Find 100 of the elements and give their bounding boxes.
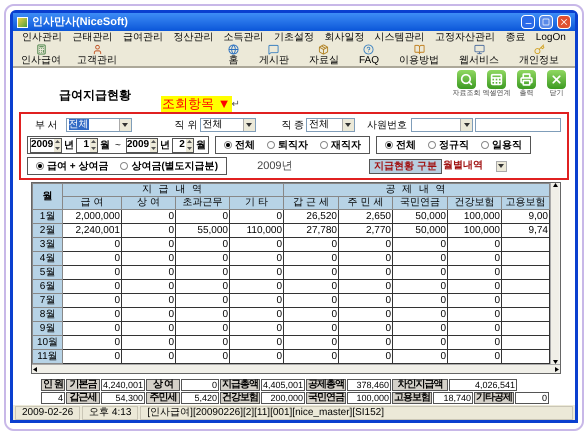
radio-button[interactable] <box>384 141 393 149</box>
spin-arrows-icon <box>90 138 97 152</box>
table-cell: 0 <box>62 252 122 266</box>
table-cell: 0 <box>392 322 448 336</box>
menu-item[interactable]: 근태관리 <box>72 32 113 44</box>
menu-item[interactable]: 시스템관리 <box>374 32 425 44</box>
table-cell: 0 <box>122 252 176 266</box>
column-header: 초과근무 <box>176 196 230 210</box>
employee-name-field[interactable] <box>475 118 561 132</box>
radio-option[interactable]: 급여 + 상여금 <box>36 158 108 174</box>
radio-button[interactable] <box>320 141 328 149</box>
toolbar-button[interactable]: 게시판 <box>254 44 293 66</box>
help-icon <box>363 44 374 55</box>
table-cell: 2,240,001 <box>62 224 122 238</box>
radio-button[interactable] <box>120 162 128 170</box>
search-icon <box>457 70 476 89</box>
scroll-up-icon[interactable] <box>552 183 558 187</box>
box-icon <box>318 44 330 55</box>
field-label: 부 서 <box>34 118 59 132</box>
radio-button[interactable] <box>266 141 275 149</box>
toolbar-button[interactable]: 개인정보 <box>515 44 563 66</box>
spin-field[interactable]: 2009 <box>126 138 158 152</box>
toolbar-button[interactable]: 웹서비스 <box>455 44 503 66</box>
table-cell: 55,000 <box>176 224 230 238</box>
vertical-scrollbar[interactable] <box>550 183 559 364</box>
unit-label: 년 <box>64 138 74 152</box>
row-header: 3월 <box>32 238 62 252</box>
minimize-button[interactable] <box>521 15 535 29</box>
radio-option[interactable]: 재직자 <box>320 138 361 152</box>
radio-button[interactable] <box>36 162 44 170</box>
radio-button[interactable] <box>224 141 232 149</box>
table-cell: 0 <box>62 308 122 322</box>
toolbar-button[interactable]: 이용방법 <box>395 44 443 66</box>
toolbar-button[interactable]: 자료실 <box>304 44 343 66</box>
dropdown[interactable]: 전체 <box>66 118 132 132</box>
table-cell: 0 <box>176 336 230 350</box>
radio-option[interactable]: 전체 <box>384 138 416 152</box>
menu-item[interactable]: 종료 <box>505 32 526 44</box>
row-header: 11월 <box>32 350 62 364</box>
menu-item[interactable]: 정산관리 <box>173 32 214 44</box>
table-cell: 0 <box>62 322 122 336</box>
radio-option[interactable]: 정규직 <box>428 138 469 152</box>
calculator-icon <box>36 44 46 55</box>
radio-option[interactable]: 전체 <box>224 138 255 152</box>
horizontal-scrollbar[interactable] <box>32 364 560 373</box>
radio-option[interactable]: 상여금(별도지급분) <box>120 158 218 174</box>
dropdown[interactable]: 월별내역 <box>442 159 507 173</box>
menu-item[interactable]: 급여관리 <box>122 32 163 44</box>
spin-field[interactable]: 1 <box>76 138 98 152</box>
summary-value: 0 <box>181 379 219 391</box>
spin-arrows-icon <box>186 138 193 152</box>
menu-item[interactable]: 고정자산관리 <box>435 32 496 44</box>
dropdown[interactable]: 전체 <box>306 118 355 132</box>
radio-option[interactable]: 퇴직자 <box>266 138 308 152</box>
table-cell: 0 <box>122 224 176 238</box>
summary-value: 4,240,001 <box>101 379 145 391</box>
table-cell <box>502 294 550 308</box>
monitor-icon <box>474 44 484 55</box>
table-cell: 0 <box>230 350 284 364</box>
row-header: 6월 <box>32 280 62 294</box>
menu-item[interactable]: LogOn <box>536 32 566 44</box>
table-cell: 0 <box>338 350 392 364</box>
scroll-left-icon[interactable] <box>33 366 37 372</box>
table-cell: 0 <box>448 350 502 364</box>
menu-item[interactable]: 인사관리 <box>22 32 62 44</box>
year-label: 2009년 <box>257 158 294 174</box>
scroll-right-icon[interactable] <box>555 366 559 372</box>
maximize-button[interactable] <box>539 15 553 29</box>
close-button[interactable] <box>557 15 571 29</box>
table-cell: 0 <box>230 280 284 294</box>
row-header: 5월 <box>32 266 62 280</box>
table-cell: 0 <box>176 350 230 364</box>
toolbar-button[interactable]: 고객관리 <box>73 44 121 66</box>
table-cell: 0 <box>448 336 502 350</box>
table-cell: 50,000 <box>392 224 448 238</box>
dropdown[interactable]: 전체 <box>200 118 256 132</box>
column-header: 고용보험 <box>502 196 550 210</box>
toolbar-button[interactable]: FAQ <box>354 44 383 66</box>
unit-label: 월 <box>196 138 206 152</box>
spin-field[interactable]: 2 <box>172 138 194 152</box>
column-header: 기 타 <box>230 196 284 210</box>
table-cell: 0 <box>62 280 122 294</box>
table-cell: 0 <box>230 252 284 266</box>
payment-type-label: 지급현황 구분 <box>369 158 442 174</box>
table-cell: 27,780 <box>284 224 338 238</box>
table-cell: 0 <box>122 266 176 280</box>
toolbar-button[interactable]: 인사급여 <box>17 44 65 66</box>
toolbar-button[interactable]: 홈 <box>224 44 243 66</box>
radio-button[interactable] <box>428 141 436 149</box>
table-cell: 0 <box>284 322 338 336</box>
table-cell: 0 <box>448 266 502 280</box>
dropdown[interactable] <box>410 118 473 132</box>
menu-item[interactable]: 소득관리 <box>224 32 264 44</box>
menu-item[interactable]: 기초설정 <box>274 32 314 44</box>
menu-item[interactable]: 회사일정 <box>324 32 364 44</box>
spin-field[interactable]: 2009 <box>30 138 62 152</box>
table-cell <box>502 350 550 364</box>
radio-button[interactable] <box>480 141 489 149</box>
radio-option[interactable]: 일용직 <box>480 138 522 152</box>
column-header: 갑 근 세 <box>284 196 338 210</box>
